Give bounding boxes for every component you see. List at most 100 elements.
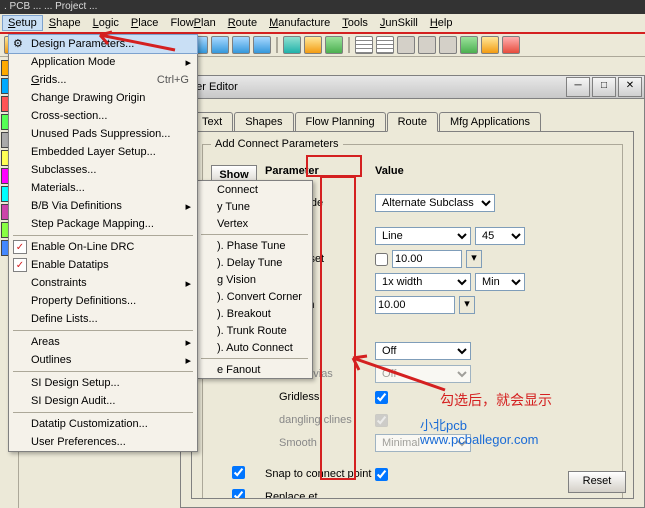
separator [13,371,193,372]
gear-icon: ⚙ [13,37,27,51]
mi-embedded-layer[interactable]: Embedded Layer Setup... [9,143,197,161]
sm-connect[interactable]: Connect [197,181,312,198]
chevron-right-icon: ▸ [185,354,191,367]
check-icon: ✓ [13,240,27,254]
menu-help[interactable]: Help [424,15,459,31]
tool-icon[interactable] [397,36,415,54]
sm-tune[interactable]: y Tune [197,198,312,215]
lbl-gridless: Gridless [265,391,375,403]
separator [276,37,278,53]
sel-shove-vias: Off [375,365,471,383]
menu-place[interactable]: Place [125,15,165,31]
mi-areas[interactable]: Areas▸ [9,333,197,351]
grid-icon[interactable] [355,36,373,54]
tab-mfg-applications[interactable]: Mfg Applications [439,112,541,131]
si-audit-icon [13,394,27,408]
mi-change-origin[interactable]: Change Drawing Origin [9,89,197,107]
tab-flow-planning[interactable]: Flow Planning [295,112,386,131]
menu-logic[interactable]: Logic [87,15,125,31]
sm-auto-connect[interactable]: ). Auto Connect [197,339,312,356]
sel-bubble[interactable]: Off [375,342,471,360]
dropdown-icon[interactable]: ▾ [466,250,482,268]
close-button[interactable]: ✕ [618,77,642,97]
txt-route-offset[interactable] [392,250,462,268]
mi-enable-drc[interactable]: ✓Enable On-Line DRC [9,238,197,256]
sm-trunk-route[interactable]: ). Trunk Route [197,322,312,339]
chk-route-offset-en[interactable] [375,253,388,266]
reset-button[interactable]: Reset [568,471,626,493]
sm-vertex[interactable]: Vertex [197,215,312,232]
sm-breakout[interactable]: ). Breakout [197,305,312,322]
tab-strip: Text Shapes Flow Planning Route Mfg Appl… [181,109,644,131]
chk-replace[interactable] [232,489,245,499]
sm-convert-corner[interactable]: ). Convert Corner [197,288,312,305]
maximize-button[interactable]: □ [592,77,616,97]
txt-line-width[interactable] [375,296,455,314]
3d-icon[interactable] [283,36,301,54]
sel-miter-2[interactable]: Min [475,273,525,291]
title-bar: . PCB ... ... Project ... [0,0,645,14]
mi-outlines[interactable]: Outlines▸ [9,351,197,369]
mi-application-mode[interactable]: Application Mode▸ [9,53,197,71]
minimize-button[interactable]: ─ [566,77,590,97]
tab-route[interactable]: Route [387,112,438,132]
tool-icon[interactable] [418,36,436,54]
lbl-smooth: Smooth [265,437,375,449]
check-icon: ✓ [13,258,27,272]
mi-constraints[interactable]: Constraints▸ [9,274,197,292]
grid-icon[interactable] [376,36,394,54]
dropdown-icon[interactable]: ▾ [459,296,475,314]
mi-property-defs[interactable]: Property Definitions... [9,292,197,310]
mi-enable-datatips[interactable]: ✓Enable Datatips [9,256,197,274]
sel-line-lock-2[interactable]: 45 [475,227,525,245]
sm-delay-tune[interactable]: ). Delay Tune [197,254,312,271]
tool-icon[interactable] [460,36,478,54]
mi-define-lists[interactable]: Define Lists... [9,310,197,328]
mi-datatip-custom[interactable]: Datatip Customization... [9,415,197,433]
chevron-right-icon: ▸ [185,277,191,290]
sel-miter-1[interactable]: 1x width [375,273,471,291]
mi-step-package[interactable]: Step Package Mapping... [9,215,197,233]
menu-setup[interactable]: Setup [2,15,43,31]
mi-materials[interactable]: Materials... [9,179,197,197]
menu-flowplan[interactable]: FlowPlan [164,15,221,31]
separator [13,235,193,236]
mi-unused-pads[interactable]: Unused Pads Suppression... [9,125,197,143]
tab-shapes[interactable]: Shapes [234,112,293,131]
sm-vision[interactable]: g Vision [197,271,312,288]
tool-icon[interactable] [481,36,499,54]
separator [13,330,193,331]
chk-gridless[interactable] [375,391,388,404]
mi-cross-section[interactable]: Cross-section... [9,107,197,125]
menu-tools[interactable]: Tools [336,15,374,31]
accelerator: Ctrl+G [157,74,189,86]
mi-design-parameters[interactable]: ⚙Design Parameters... [9,35,197,53]
sel-line-lock-1[interactable]: Line [375,227,471,245]
sm-phase-tune[interactable]: ). Phase Tune [197,237,312,254]
sm-fanout[interactable]: e Fanout [197,361,312,378]
window-titlebar: eter Editor ─ □ ✕ [181,76,644,99]
menu-shape[interactable]: Shape [43,15,87,31]
layer-icon[interactable] [304,36,322,54]
menu-junskill[interactable]: JunSkill [374,15,424,31]
zoom-icon[interactable] [232,36,250,54]
chk-snap[interactable] [232,466,245,479]
mi-grids[interactable]: Grids...Ctrl+G [9,71,197,89]
col-value: Value [375,165,525,187]
mi-subclasses[interactable]: Subclasses... [9,161,197,179]
sel-layer-mode[interactable]: Alternate Subclass [375,194,495,212]
mi-si-audit[interactable]: SI Design Audit... [9,392,197,410]
chevron-right-icon: ▸ [185,336,191,349]
menu-route[interactable]: Route [222,15,263,31]
zoom-icon[interactable] [211,36,229,54]
mi-si-setup[interactable]: SI Design Setup... [9,374,197,392]
mi-bb-via[interactable]: B/B Via Definitions▸ [9,197,197,215]
chk-snap-v[interactable] [375,468,388,481]
report-icon[interactable] [325,36,343,54]
tool-icon[interactable] [502,36,520,54]
zoom-icon[interactable] [253,36,271,54]
menu-manufacture[interactable]: Manufacture [263,15,336,31]
lbl-dangling: dangling clines [265,414,375,426]
tool-icon[interactable] [439,36,457,54]
mi-user-prefs[interactable]: User Preferences... [9,433,197,451]
